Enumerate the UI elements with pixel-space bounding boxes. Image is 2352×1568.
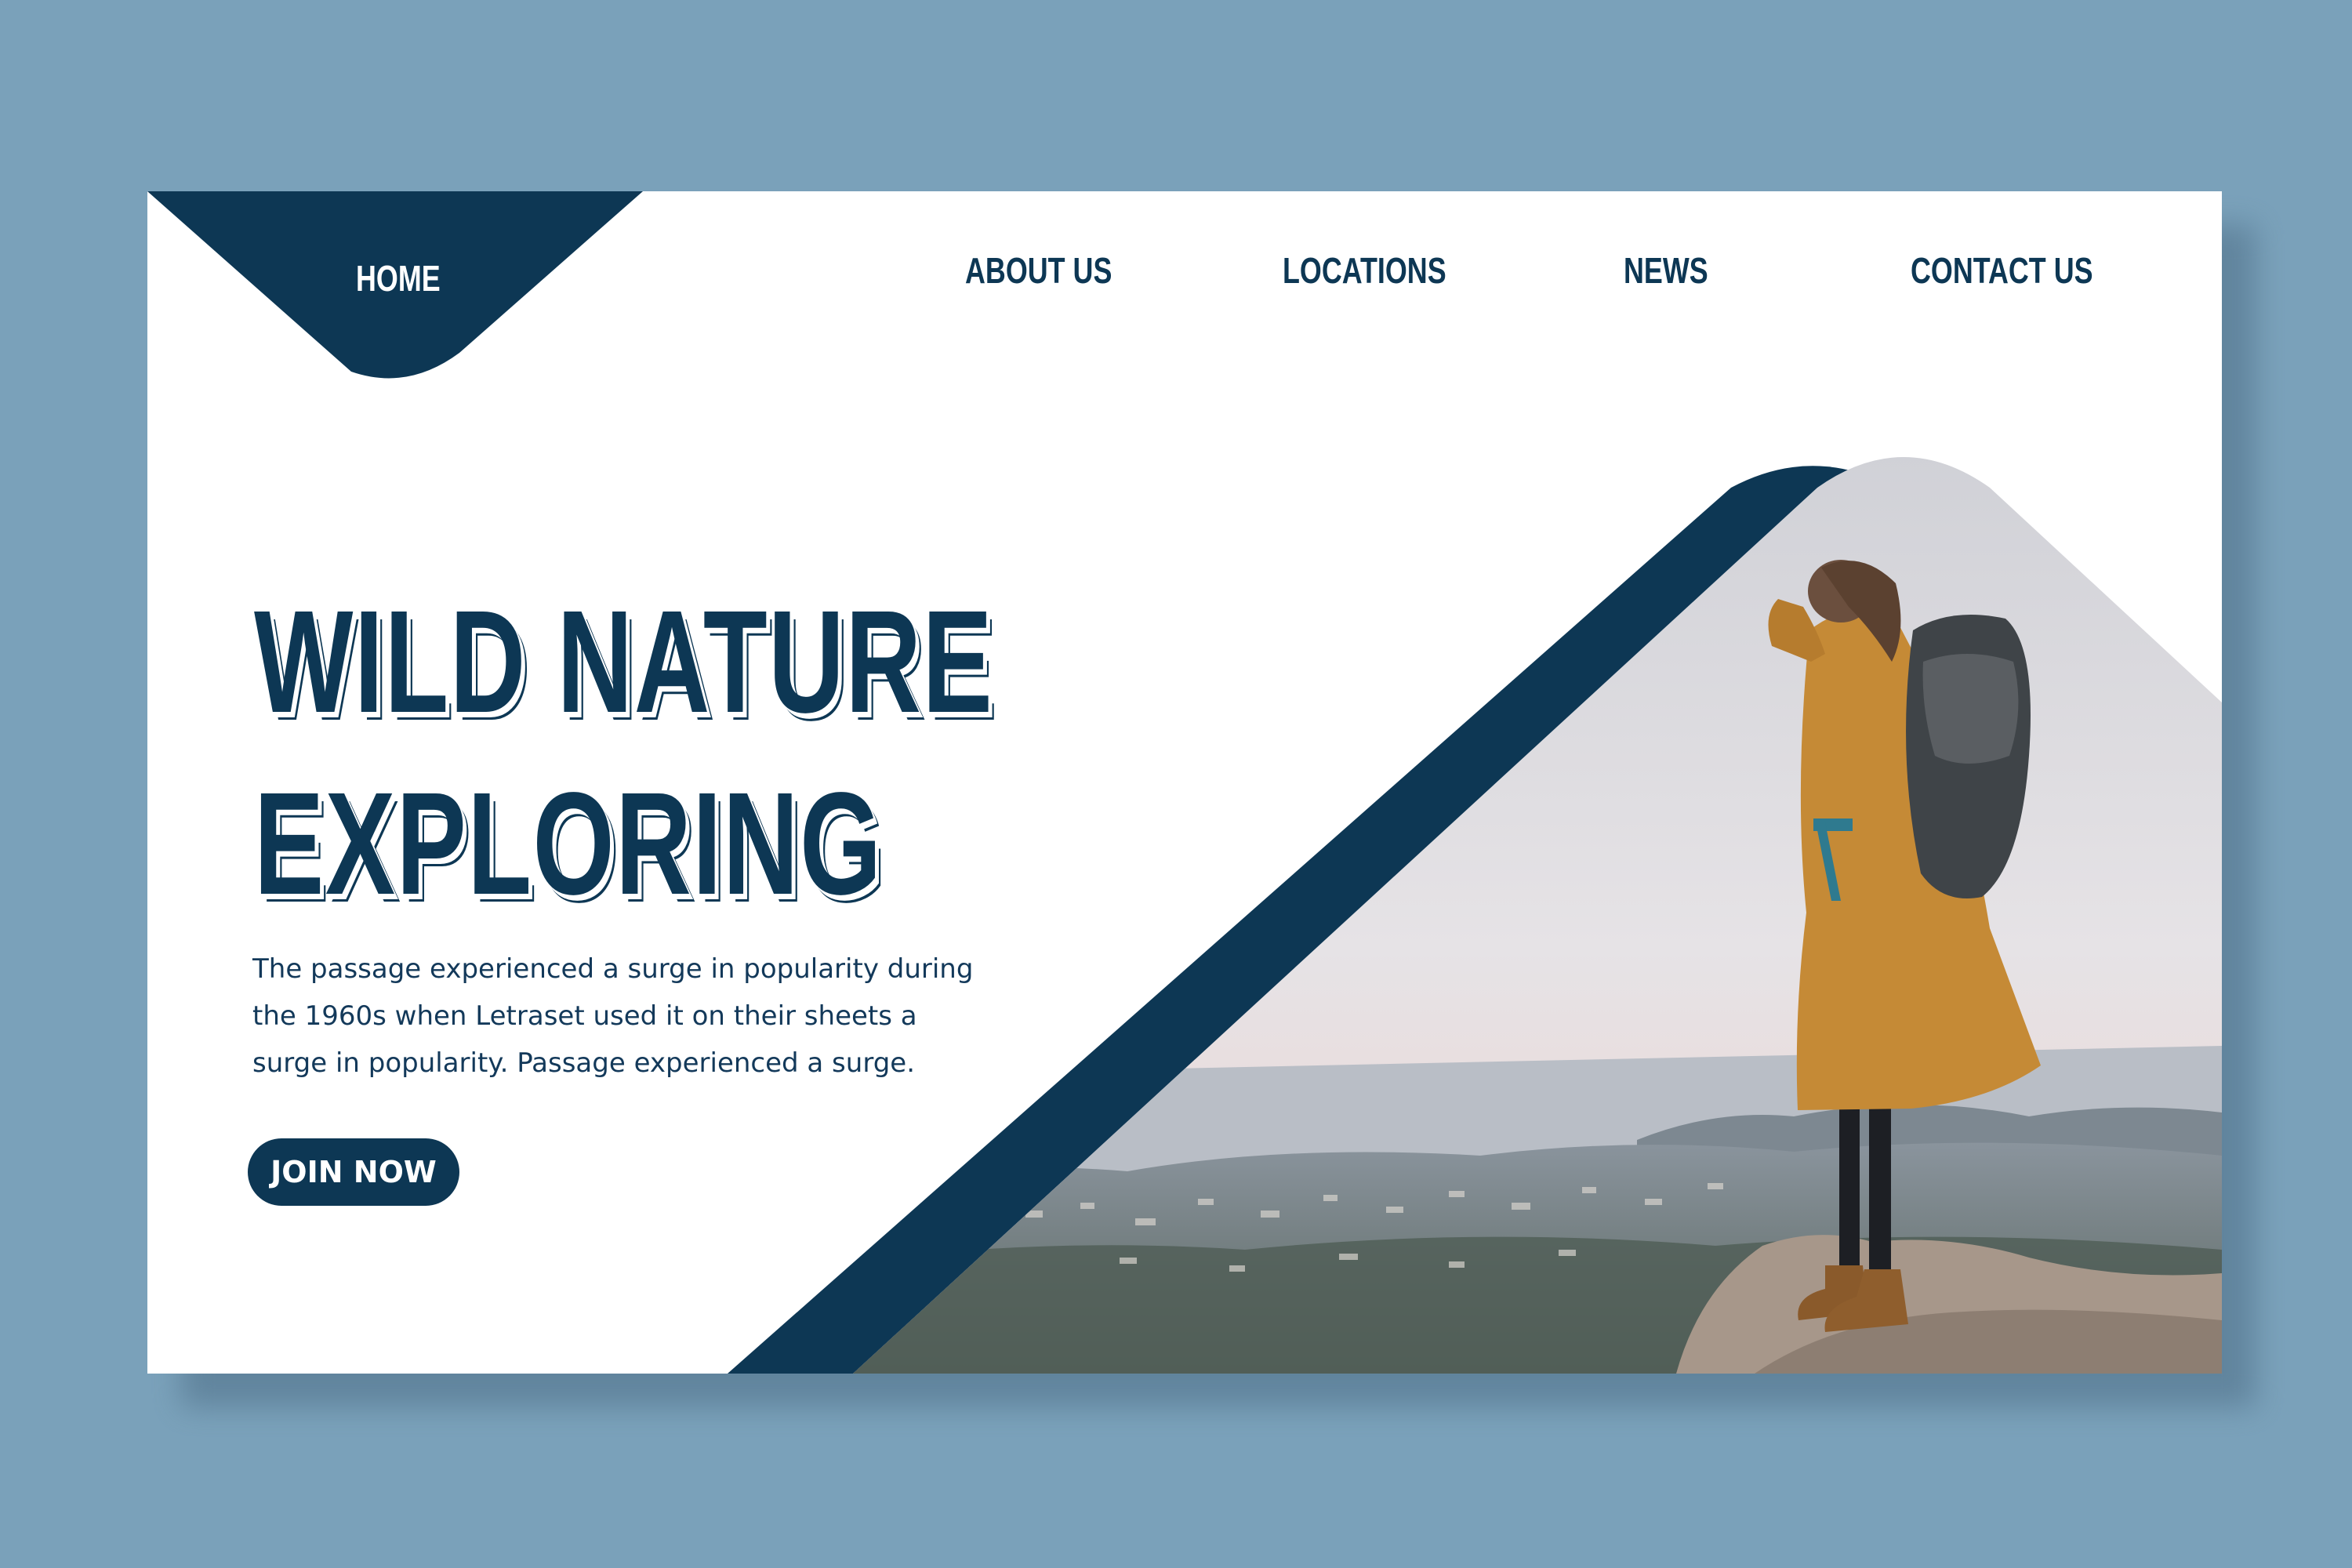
hero-title-line-1: WILD NATURE (254, 581, 994, 743)
nav-contact-us[interactable]: CONTACT US (1911, 249, 2093, 292)
nav-locations[interactable]: LOCATIONS (1283, 249, 1446, 292)
join-now-button[interactable]: JOIN NOW (248, 1138, 459, 1206)
nav-news[interactable]: NEWS (1624, 249, 1708, 292)
hero-title-line-2: EXPLORING (254, 763, 883, 925)
nav-home[interactable]: HOME (356, 257, 441, 299)
hero-description: The passage experienced a surge in popul… (252, 953, 974, 1079)
nav-about-us[interactable]: ABOUT US (965, 249, 1112, 292)
landing-page-card: HOME ABOUT US LOCATIONS NEWS CONTACT US … (147, 191, 2222, 1374)
hero-title: WILD NATURE EXPLORING (254, 572, 993, 935)
